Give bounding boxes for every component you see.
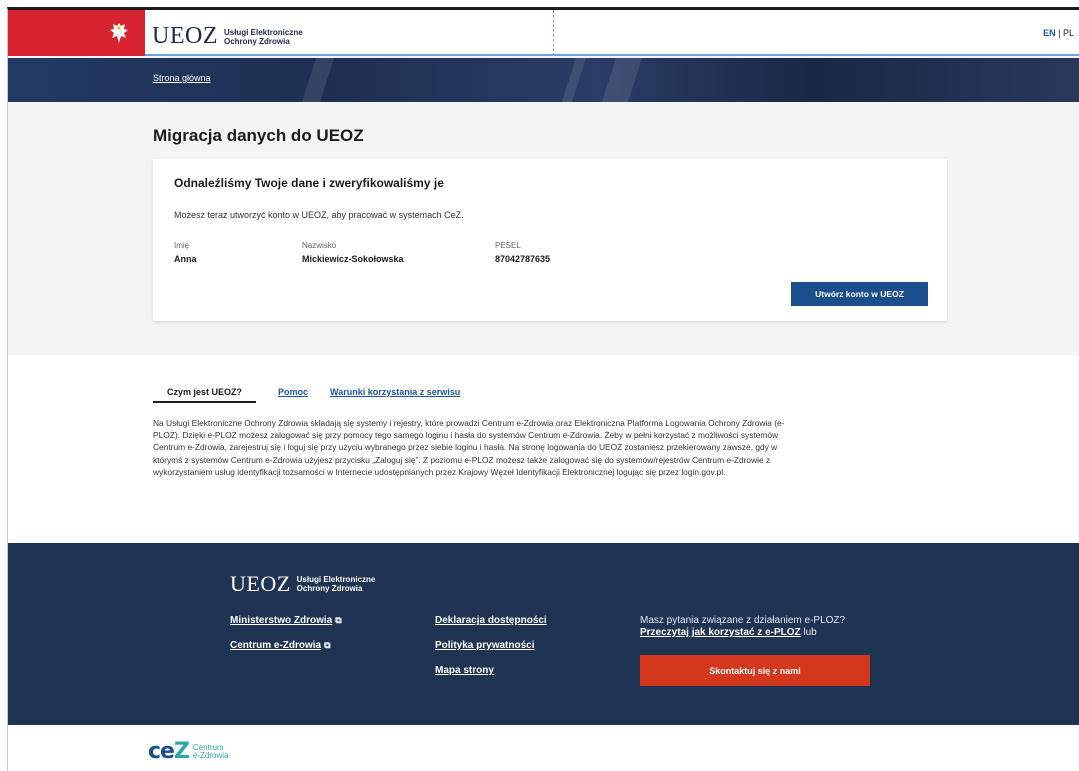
info-section: Czym jest UEOZ? Pomoc Warunki korzystani…: [8, 355, 1079, 543]
tab-terms[interactable]: Warunki korzystania z serwisu: [330, 387, 460, 401]
banner-stripe: [596, 58, 646, 102]
last-name-value: Mickiewicz-Sokołowska: [302, 254, 404, 264]
first-name-field: Imię Anna: [174, 241, 197, 264]
verification-card: Odnaleźliśmy Twoje dane i zweryfikowaliś…: [153, 159, 947, 321]
tab-what-is-ueoz[interactable]: Czym jest UEOZ?: [153, 387, 257, 403]
footer-logo-subtitle: Usługi Elektroniczne Ochrony Zdrowia: [297, 575, 376, 593]
cez-mark-z: Z: [173, 739, 190, 764]
guide-line: [553, 10, 554, 56]
lang-separator: |: [1058, 28, 1061, 38]
browser-frame: UEOZ Usługi Elektroniczne Ochrony Zdrowi…: [7, 7, 1079, 771]
breadcrumb-home-link[interactable]: Strona główna: [153, 73, 211, 83]
cez-logo-text: Centrum e-Zdrowia: [192, 743, 229, 760]
language-switcher: EN | PL: [1043, 28, 1074, 38]
pesel-label: PESEL: [495, 241, 521, 250]
footer-question: Masz pytania związane z działaniem e-PLO…: [640, 615, 846, 626]
footer-link-ministry-label: Ministerstwo Zdrowia: [230, 615, 333, 626]
cez-line2: e-Zdrowia: [192, 750, 229, 760]
external-link-icon: ⧉: [335, 615, 342, 625]
polish-flag-band: [8, 10, 145, 56]
first-name-label: Imię: [174, 241, 190, 250]
cez-mark-ce: ce: [148, 739, 175, 764]
logo-abbr: UEOZ: [152, 23, 218, 49]
create-account-button[interactable]: Utwórz konto w UEOZ: [791, 282, 928, 306]
site-footer: UEOZ Usługi Elektroniczne Ochrony Zdrowi…: [8, 543, 1079, 725]
pesel-field: PESEL 87042787635: [495, 241, 550, 264]
banner-stripe: [556, 58, 590, 102]
footer-ueoz-logo[interactable]: UEOZ Usługi Elektroniczne Ochrony Zdrowi…: [230, 571, 375, 597]
banner-stripe: [296, 58, 338, 102]
howto-suffix: lub: [800, 627, 817, 638]
footer-logo-abbr: UEOZ: [230, 571, 291, 596]
footer-help-text: Masz pytania związane z działaniem e-PLO…: [640, 615, 845, 639]
info-tabs: Czym jest UEOZ? Pomoc Warunki korzystani…: [153, 387, 482, 403]
info-paragraph: Na Usługi Elektroniczne Ochrony Zdrowia …: [153, 418, 785, 477]
external-link-icon: ⧉: [324, 640, 331, 650]
last-name-label: Nazwisko: [302, 241, 337, 250]
last-name-field: Nazwisko Mickiewicz-Sokołowska: [302, 241, 404, 264]
first-name-value: Anna: [174, 254, 197, 264]
card-description: Możesz teraz utworzyć konto w UEOZ, aby …: [174, 210, 464, 220]
bottom-strip: ceZ Centrum e-Zdrowia: [8, 725, 1079, 771]
contact-us-button[interactable]: Skontaktuj się z nami: [640, 655, 870, 686]
footer-logo-line2: Ochrony Zdrowia: [296, 584, 363, 593]
lang-pl-link[interactable]: PL: [1063, 28, 1074, 38]
page-title: Migracja danych do UEOZ: [153, 126, 364, 145]
logo-subtitle: Usługi Elektroniczne Ochrony Zdrowia: [224, 28, 303, 46]
pesel-value: 87042787635: [495, 254, 551, 264]
footer-link-cez[interactable]: Centrum e-Zdrowia ⧉: [230, 640, 331, 651]
footer-link-ministry[interactable]: Ministerstwo Zdrowia ⧉: [230, 615, 342, 626]
howto-link[interactable]: Przeczytaj jak korzystać z e-PLOZ: [640, 627, 801, 638]
eagle-emblem-icon: [110, 23, 128, 43]
footer-logo-line1: Usługi Elektroniczne: [296, 575, 376, 584]
footer-link-privacy[interactable]: Polityka prywatności: [435, 640, 534, 651]
card-title: Odnaleźliśmy Twoje dane i zweryfikowaliś…: [174, 176, 444, 190]
main-content: Migracja danych do UEOZ Odnaleźliśmy Two…: [8, 102, 1079, 355]
tab-help[interactable]: Pomoc: [278, 387, 308, 401]
logo-line2: Ochrony Zdrowia: [223, 36, 290, 46]
cez-logo[interactable]: ceZ Centrum e-Zdrowia: [148, 739, 229, 764]
cez-mark: ceZ: [148, 739, 190, 764]
logo-line1: Usługi Elektroniczne: [223, 27, 303, 37]
lang-en-link[interactable]: EN: [1043, 28, 1056, 38]
top-header: UEOZ Usługi Elektroniczne Ochrony Zdrowi…: [8, 10, 1079, 56]
footer-link-accessibility[interactable]: Deklaracja dostępności: [435, 615, 547, 626]
ueoz-logo[interactable]: UEOZ Usługi Elektroniczne Ochrony Zdrowi…: [152, 23, 303, 50]
footer-link-cez-label: Centrum e-Zdrowia: [230, 640, 322, 651]
footer-link-sitemap[interactable]: Mapa strony: [435, 665, 494, 676]
hero-banner: Strona główna: [8, 58, 1079, 102]
